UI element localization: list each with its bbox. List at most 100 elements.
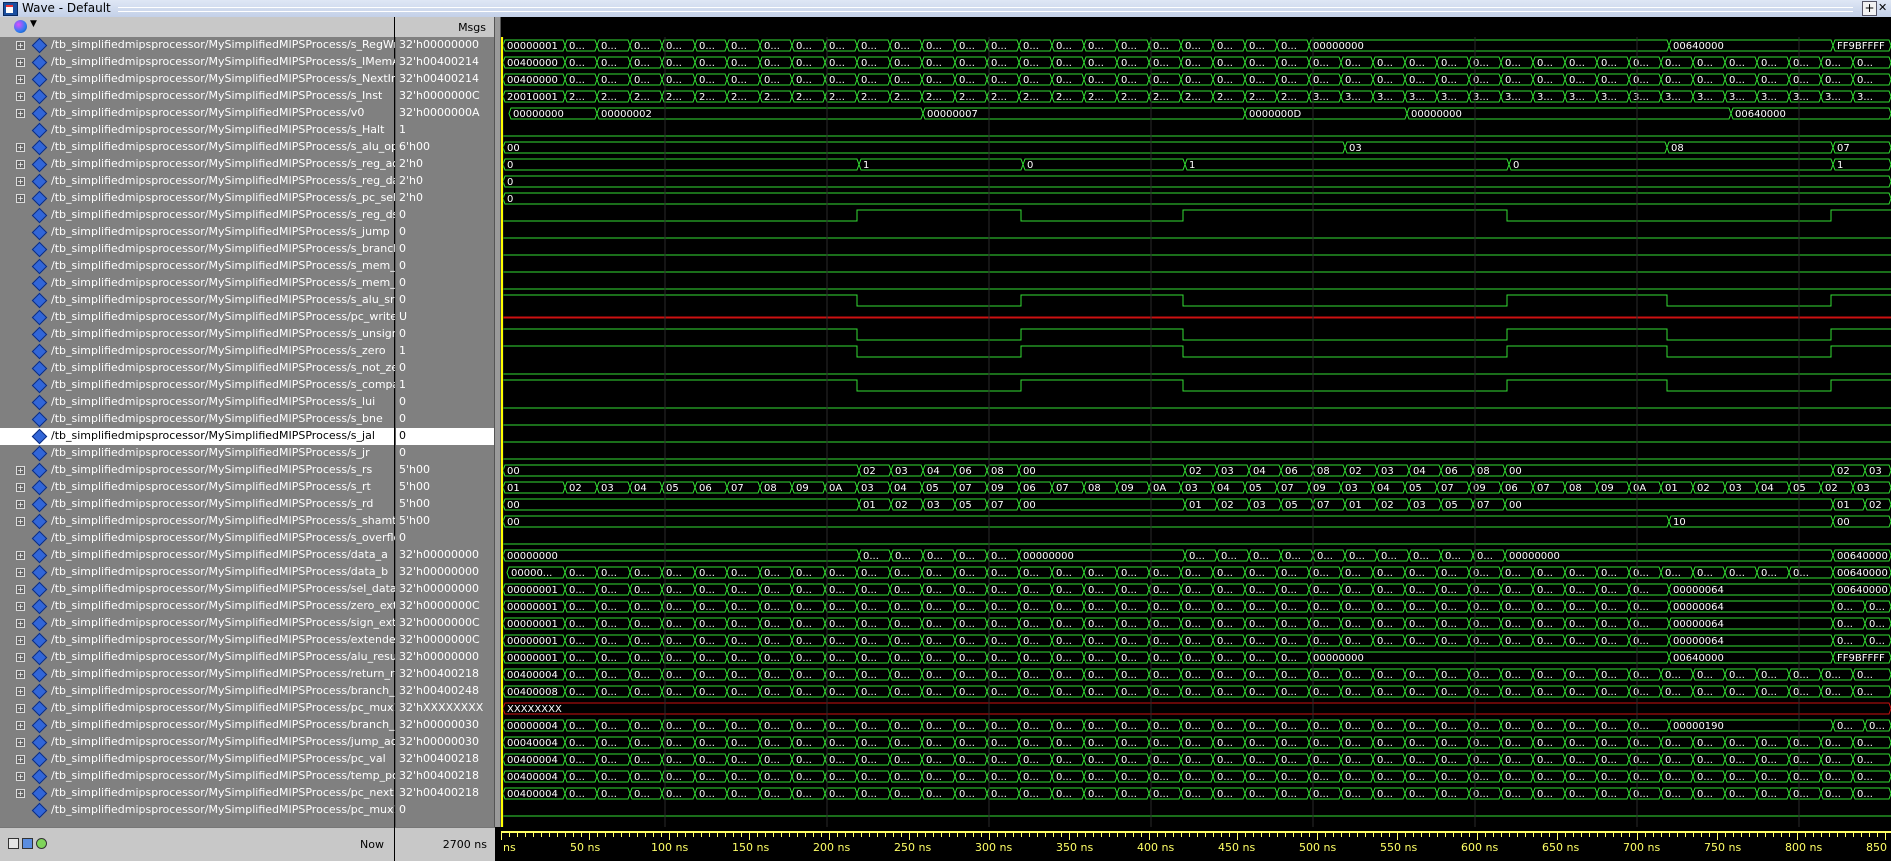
signal-value-row[interactable]: 0: [396, 445, 496, 462]
signal-row[interactable]: /tb_simplifiedmipsprocessor/MySimplified…: [0, 360, 409, 377]
signal-value-row[interactable]: 0: [396, 241, 496, 258]
signal-value-row[interactable]: 1: [396, 122, 496, 139]
signal-value-row[interactable]: 0: [396, 802, 496, 819]
signal-value-row[interactable]: 32'h0000000C: [396, 615, 496, 632]
signal-value-row[interactable]: 5'h00: [396, 462, 496, 479]
time-ruler[interactable]: ns 50 ns 100 ns 150 ns 200 ns 250 ns 300 ns 350…: [501, 827, 1891, 860]
signal-row[interactable]: /tb_simplifiedmipsprocessor/MySimplified…: [0, 343, 394, 360]
signal-row[interactable]: /tb_simplifiedmipsprocessor/MySimplified…: [0, 207, 403, 224]
dock-button[interactable]: +: [1862, 1, 1877, 16]
dropdown-arrow-icon[interactable]: ▼: [30, 19, 37, 29]
expand-icon[interactable]: +: [16, 568, 25, 577]
expand-icon[interactable]: +: [16, 687, 25, 696]
expand-icon[interactable]: +: [16, 75, 25, 84]
signal-row[interactable]: + /tb_simplifiedmipsprocessor/MySimplifie…: [0, 513, 397, 530]
signal-row[interactable]: + /tb_simplifiedmipsprocessor/MySimplifie…: [0, 751, 394, 768]
pane-divider[interactable]: [494, 17, 501, 860]
expand-icon[interactable]: +: [16, 721, 25, 730]
signal-value-row[interactable]: 32'h00400218: [396, 768, 496, 785]
signal-value-row[interactable]: 0: [396, 428, 496, 445]
signal-row[interactable]: + /tb_simplifiedmipsprocessor/MySimplifie…: [0, 785, 394, 802]
signal-row[interactable]: + /tb_simplifiedmipsprocessor/MySimplifie…: [0, 462, 394, 479]
expand-icon[interactable]: +: [16, 636, 25, 645]
expand-icon[interactable]: +: [16, 653, 25, 662]
signal-value-row[interactable]: 0: [396, 292, 496, 309]
signal-value-row[interactable]: 0: [396, 360, 496, 377]
titlebar-grip[interactable]: [118, 7, 1853, 12]
signal-value-row[interactable]: 32'h0000000C: [396, 632, 496, 649]
expand-icon[interactable]: +: [16, 143, 25, 152]
signal-row[interactable]: + /tb_simplifiedmipsprocessor/MySimplifie…: [0, 666, 434, 683]
signal-value-row[interactable]: 32'h0000000C: [396, 88, 496, 105]
signal-value-row[interactable]: 0: [396, 207, 496, 224]
signal-row[interactable]: + /tb_simplifiedmipsprocessor/MySimplifie…: [0, 190, 396, 207]
signal-row[interactable]: /tb_simplifiedmipsprocessor/MySimplified…: [0, 292, 400, 309]
expand-icon[interactable]: +: [16, 58, 25, 67]
signal-row[interactable]: + /tb_simplifiedmipsprocessor/MySimplifie…: [0, 547, 394, 564]
signal-row[interactable]: + /tb_simplifiedmipsprocessor/MySimplifie…: [0, 139, 425, 156]
signal-row[interactable]: + /tb_simplifiedmipsprocessor/MySimplifie…: [0, 105, 394, 122]
expand-icon[interactable]: +: [16, 585, 25, 594]
signal-row[interactable]: + /tb_simplifiedmipsprocessor/MySimplifie…: [0, 88, 394, 105]
signal-value-row[interactable]: 1: [396, 377, 496, 394]
expand-icon[interactable]: +: [16, 517, 25, 526]
signal-value-row[interactable]: 32'h00400248: [396, 683, 496, 700]
signal-value-row[interactable]: 32'h00000000: [396, 649, 496, 666]
signal-row[interactable]: /tb_simplifiedmipsprocessor/MySimplified…: [0, 445, 394, 462]
signal-row[interactable]: + /tb_simplifiedmipsprocessor/MySimplifie…: [0, 768, 429, 785]
signal-value-row[interactable]: 0: [396, 224, 496, 241]
close-icon[interactable]: ✕: [1878, 1, 1891, 14]
signal-value-row[interactable]: 32'h00400218: [396, 666, 496, 683]
signal-row[interactable]: /tb_simplifiedmipsprocessor/MySimplified…: [0, 258, 421, 275]
signal-value-row[interactable]: 32'h00000030: [396, 717, 496, 734]
signal-value-row[interactable]: 32'h00400218: [396, 751, 496, 768]
signal-row[interactable]: + /tb_simplifiedmipsprocessor/MySimplifie…: [0, 734, 427, 751]
signal-value-row[interactable]: 5'h00: [396, 479, 496, 496]
expand-icon[interactable]: +: [16, 755, 25, 764]
signal-value-row[interactable]: 5'h00: [396, 513, 496, 530]
signal-row[interactable]: + /tb_simplifiedmipsprocessor/MySimplifie…: [0, 71, 434, 88]
signal-value-row[interactable]: 32'h0000000C: [396, 598, 496, 615]
signal-row[interactable]: + /tb_simplifiedmipsprocessor/MySimplifie…: [0, 683, 415, 700]
signal-value-row[interactable]: 32'h00400214: [396, 54, 496, 71]
expand-icon[interactable]: +: [16, 466, 25, 475]
signal-row[interactable]: /tb_simplifiedmipsprocessor/MySimplified…: [0, 241, 400, 258]
signal-value-row[interactable]: 0: [396, 530, 496, 547]
expand-icon[interactable]: +: [16, 109, 25, 118]
wave-tool-icon[interactable]: [14, 20, 27, 33]
signal-row[interactable]: + /tb_simplifiedmipsprocessor/MySimplifie…: [0, 598, 435, 615]
expand-icon[interactable]: +: [16, 160, 25, 169]
expand-icon[interactable]: +: [16, 670, 25, 679]
expand-icon[interactable]: +: [16, 194, 25, 203]
signal-value-row[interactable]: 6'h00: [396, 139, 496, 156]
signal-row[interactable]: + /tb_simplifiedmipsprocessor/MySimplifie…: [0, 37, 424, 54]
signal-row[interactable]: + /tb_simplifiedmipsprocessor/MySimplifie…: [0, 632, 443, 649]
signal-value-row[interactable]: 5'h00: [396, 496, 496, 513]
signal-value-row[interactable]: 0: [396, 258, 496, 275]
expand-icon[interactable]: +: [16, 500, 25, 509]
expand-icon[interactable]: +: [16, 789, 25, 798]
signal-value-row[interactable]: 32'h00400218: [396, 785, 496, 802]
expand-icon[interactable]: +: [16, 772, 25, 781]
signal-row[interactable]: /tb_simplifiedmipsprocessor/MySimplified…: [0, 428, 394, 445]
expand-icon[interactable]: +: [16, 704, 25, 713]
signal-value-row[interactable]: 1: [396, 343, 496, 360]
signal-row[interactable]: + /tb_simplifiedmipsprocessor/MySimplifie…: [0, 717, 441, 734]
signal-value-row[interactable]: 2'h0: [396, 190, 496, 207]
signal-row[interactable]: /tb_simplifiedmipsprocessor/MySimplified…: [0, 377, 437, 394]
expand-icon[interactable]: +: [16, 483, 25, 492]
signal-row[interactable]: /tb_simplifiedmipsprocessor/MySimplified…: [0, 411, 394, 428]
signal-value-row[interactable]: 0: [396, 275, 496, 292]
signal-value-row[interactable]: 2'h0: [396, 173, 496, 190]
expand-icon[interactable]: +: [16, 92, 25, 101]
expand-icon[interactable]: +: [16, 738, 25, 747]
signal-row[interactable]: + /tb_simplifiedmipsprocessor/MySimplifie…: [0, 54, 418, 71]
expand-icon[interactable]: +: [16, 41, 25, 50]
signal-row[interactable]: /tb_simplifiedmipsprocessor/MySimplified…: [0, 275, 430, 292]
expand-icon[interactable]: +: [16, 602, 25, 611]
signal-row[interactable]: + /tb_simplifiedmipsprocessor/MySimplifie…: [0, 173, 431, 190]
signal-value-row[interactable]: 2'h0: [396, 156, 496, 173]
signal-row[interactable]: /tb_simplifiedmipsprocessor/MySimplified…: [0, 224, 394, 241]
signal-row[interactable]: /tb_simplifiedmipsprocessor/MySimplified…: [0, 326, 412, 343]
signal-value-row[interactable]: 32'h00000000: [396, 564, 496, 581]
